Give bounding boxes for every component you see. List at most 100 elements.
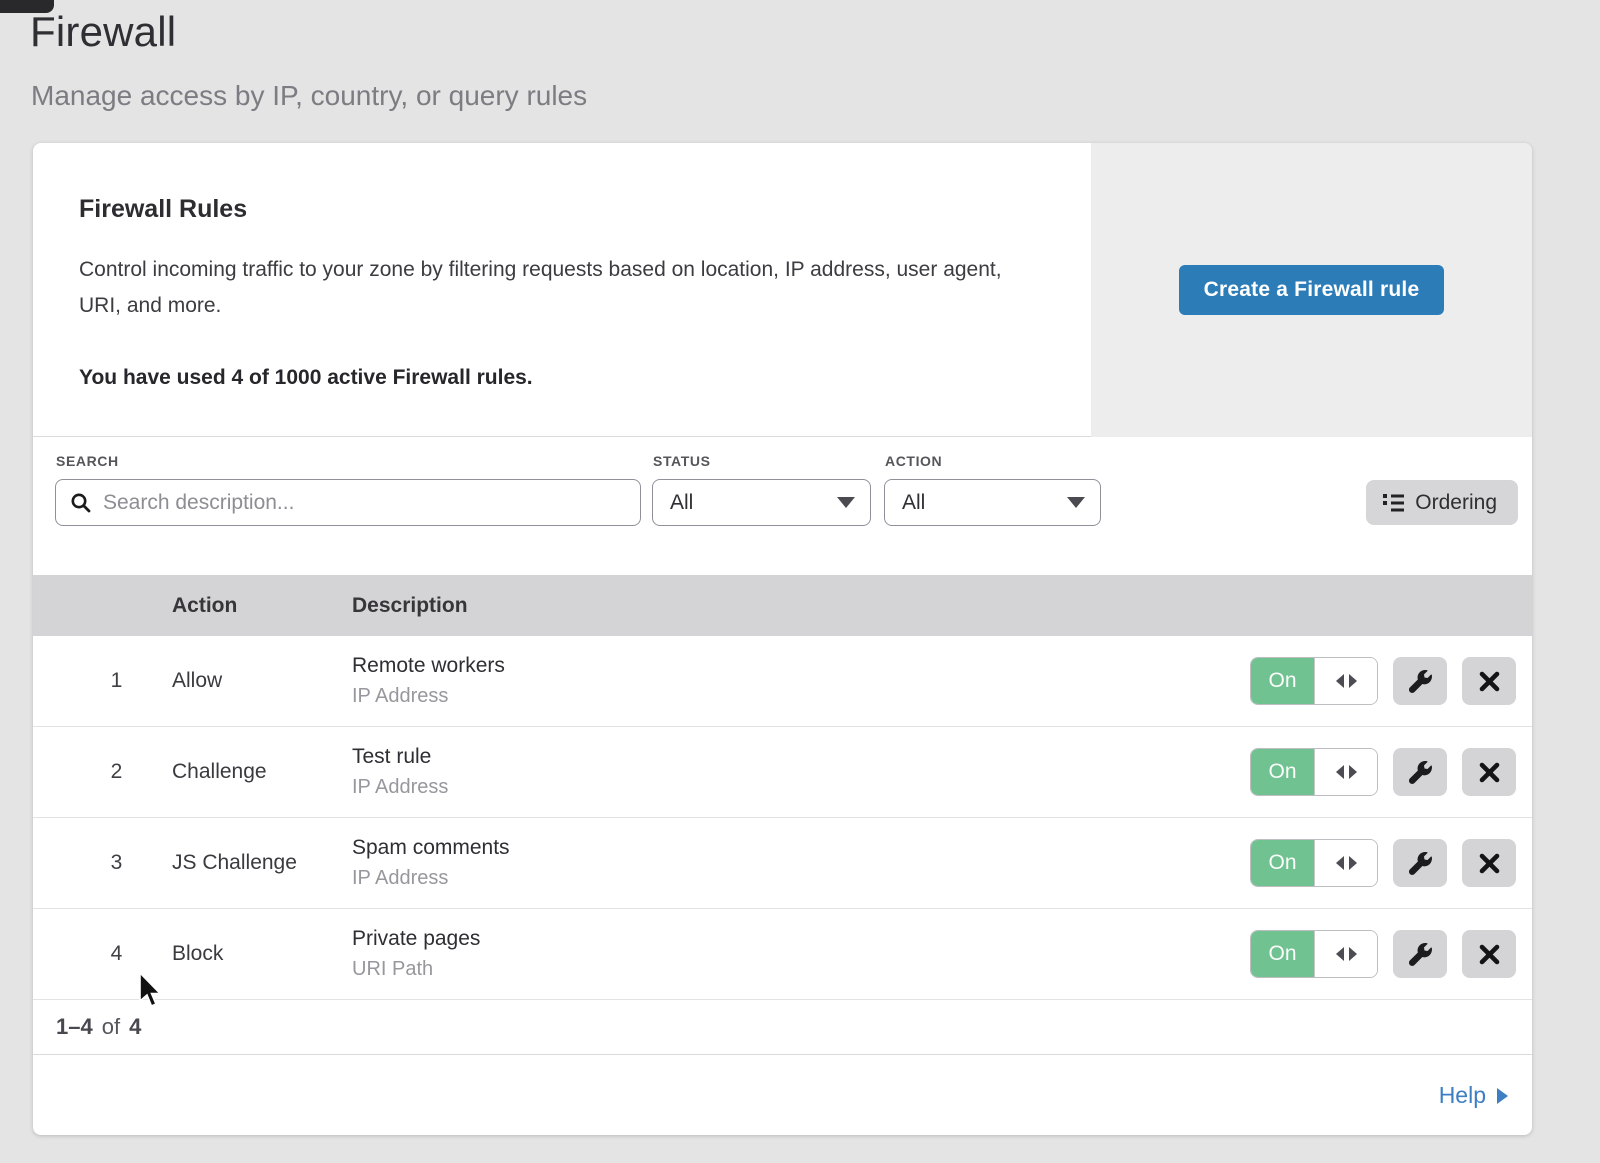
- rule-match-type: URI Path: [352, 958, 1212, 981]
- edit-rule-button[interactable]: [1393, 657, 1447, 705]
- action-select-value: All: [902, 491, 925, 515]
- reorder-handle[interactable]: [1314, 840, 1377, 886]
- section-description: Control incoming traffic to your zone by…: [79, 252, 1029, 324]
- pagination-of-label: of: [102, 1014, 120, 1040]
- delete-rule-button[interactable]: [1462, 657, 1516, 705]
- pagination-range: 1–4: [56, 1014, 93, 1040]
- ordering-button-label: Ordering: [1415, 491, 1497, 515]
- section-heading: Firewall Rules: [79, 195, 1063, 224]
- toggle-on-label: On: [1251, 931, 1314, 977]
- firewall-page: Firewall Manage access by IP, country, o…: [0, 0, 1600, 1163]
- arrow-left-icon: [1336, 947, 1344, 961]
- table-row: 1 Allow Remote workers IP Address On: [33, 636, 1532, 727]
- reorder-handle[interactable]: [1314, 931, 1377, 977]
- help-link-label: Help: [1439, 1082, 1486, 1109]
- arrow-right-icon: [1349, 947, 1357, 961]
- rule-description-cell: Private pages URI Path: [352, 927, 1212, 981]
- status-label: STATUS: [653, 453, 711, 469]
- table-row: 3 JS Challenge Spam comments IP Address …: [33, 818, 1532, 909]
- search-input[interactable]: [103, 491, 626, 515]
- table-row: 4 Block Private pages URI Path On: [33, 909, 1532, 1000]
- table-row: 2 Challenge Test rule IP Address On: [33, 727, 1532, 818]
- pagination-total: 4: [129, 1014, 141, 1040]
- toggle-on-label: On: [1251, 658, 1314, 704]
- status-select-value: All: [670, 491, 693, 515]
- rule-priority: 4: [33, 942, 172, 966]
- arrow-right-icon: [1349, 765, 1357, 779]
- edit-rule-button[interactable]: [1393, 748, 1447, 796]
- search-label: SEARCH: [56, 453, 119, 469]
- create-rule-panel: Create a Firewall rule: [1091, 143, 1532, 437]
- arrow-left-icon: [1336, 765, 1344, 779]
- arrow-left-icon: [1336, 674, 1344, 688]
- action-select[interactable]: All: [884, 479, 1101, 526]
- close-icon: [1479, 853, 1500, 874]
- delete-rule-button[interactable]: [1462, 930, 1516, 978]
- help-bar: Help: [33, 1055, 1532, 1135]
- rule-controls: On: [1212, 748, 1532, 796]
- close-icon: [1479, 944, 1500, 965]
- rule-controls: On: [1212, 930, 1532, 978]
- help-link[interactable]: Help: [1439, 1082, 1508, 1109]
- rule-action: Allow: [172, 669, 352, 693]
- rule-description: Private pages: [352, 927, 1212, 951]
- card-header-text: Firewall Rules Control incoming traffic …: [33, 143, 1063, 390]
- edit-rule-button[interactable]: [1393, 839, 1447, 887]
- arrow-left-icon: [1336, 856, 1344, 870]
- toggle-on-label: On: [1251, 840, 1314, 886]
- status-select[interactable]: All: [652, 479, 871, 526]
- wrench-icon: [1409, 943, 1432, 966]
- search-icon: [70, 492, 92, 514]
- rule-controls: On: [1212, 657, 1532, 705]
- ordered-list-icon: [1383, 493, 1404, 512]
- pagination-summary: 1–4 of 4: [33, 1000, 1532, 1055]
- rule-match-type: IP Address: [352, 867, 1212, 890]
- reorder-handle[interactable]: [1314, 658, 1377, 704]
- rule-description-cell: Remote workers IP Address: [352, 654, 1212, 708]
- rule-priority: 3: [33, 851, 172, 875]
- card-header: Firewall Rules Control incoming traffic …: [33, 143, 1532, 437]
- arrow-right-icon: [1497, 1088, 1508, 1104]
- action-label: ACTION: [885, 453, 942, 469]
- usage-summary: You have used 4 of 1000 active Firewall …: [79, 366, 1063, 390]
- chevron-down-icon: [837, 497, 855, 508]
- wrench-icon: [1409, 670, 1432, 693]
- filter-bar: SEARCH STATUS All ACTION All: [33, 437, 1532, 575]
- rule-priority: 2: [33, 760, 172, 784]
- delete-rule-button[interactable]: [1462, 748, 1516, 796]
- rule-enabled-toggle[interactable]: On: [1250, 748, 1378, 796]
- search-field[interactable]: [55, 479, 641, 526]
- rule-match-type: IP Address: [352, 685, 1212, 708]
- page-subtitle: Manage access by IP, country, or query r…: [31, 80, 587, 112]
- page-title: Firewall: [30, 8, 176, 56]
- delete-rule-button[interactable]: [1462, 839, 1516, 887]
- arrow-right-icon: [1349, 674, 1357, 688]
- close-icon: [1479, 762, 1500, 783]
- table-header-row: Action Description: [33, 575, 1532, 636]
- toggle-on-label: On: [1251, 749, 1314, 795]
- wrench-icon: [1409, 761, 1432, 784]
- rule-controls: On: [1212, 839, 1532, 887]
- action-column-header: Action: [172, 594, 352, 618]
- description-column-header: Description: [352, 594, 1212, 618]
- ordering-button[interactable]: Ordering: [1366, 480, 1518, 525]
- rule-description: Test rule: [352, 745, 1212, 769]
- rule-action: Block: [172, 942, 352, 966]
- firewall-rules-card: Firewall Rules Control incoming traffic …: [33, 143, 1532, 1135]
- rule-action: Challenge: [172, 760, 352, 784]
- rule-description: Spam comments: [352, 836, 1212, 860]
- rule-enabled-toggle[interactable]: On: [1250, 839, 1378, 887]
- rule-match-type: IP Address: [352, 776, 1212, 799]
- rule-enabled-toggle[interactable]: On: [1250, 657, 1378, 705]
- arrow-right-icon: [1349, 856, 1357, 870]
- create-firewall-rule-button[interactable]: Create a Firewall rule: [1179, 265, 1445, 315]
- reorder-handle[interactable]: [1314, 749, 1377, 795]
- rule-description: Remote workers: [352, 654, 1212, 678]
- wrench-icon: [1409, 852, 1432, 875]
- rule-priority: 1: [33, 669, 172, 693]
- edit-rule-button[interactable]: [1393, 930, 1447, 978]
- rule-description-cell: Spam comments IP Address: [352, 836, 1212, 890]
- rule-enabled-toggle[interactable]: On: [1250, 930, 1378, 978]
- chevron-down-icon: [1067, 497, 1085, 508]
- close-icon: [1479, 671, 1500, 692]
